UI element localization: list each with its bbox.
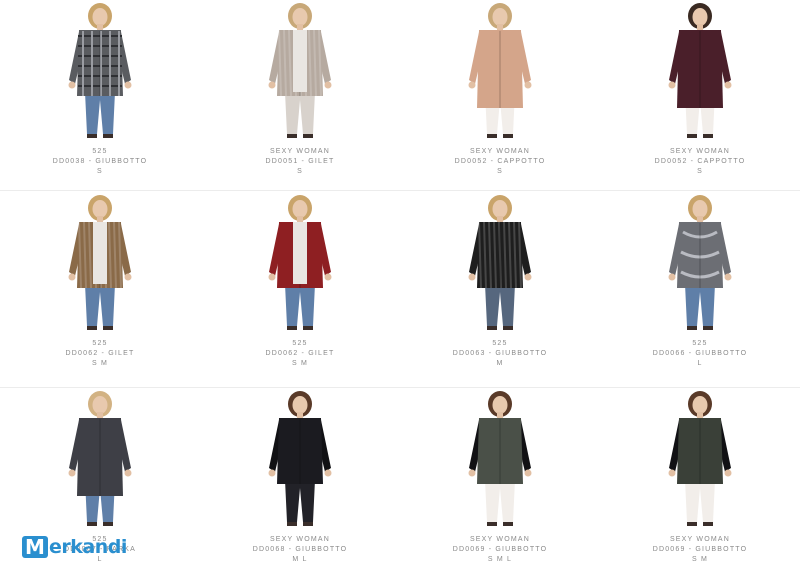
- product-sizes: S M: [291, 360, 309, 367]
- product-photo[interactable]: [600, 0, 800, 140]
- product-meta: 525 DD0038 - GIUBBOTTO S: [53, 147, 148, 177]
- product-card[interactable]: SEXY WOMAN DD0052 - CAPPOTTO S: [600, 0, 800, 192]
- product-sizes: M: [496, 360, 504, 367]
- product-sizes: S: [97, 168, 103, 175]
- model-figure: [68, 3, 132, 138]
- product-photo[interactable]: [200, 388, 400, 528]
- product-brand: 525: [92, 148, 108, 155]
- product-grid: 525 DD0038 - GIUBBOTTO S SEXY WOMAN DD0051 -…: [0, 0, 800, 584]
- product-photo[interactable]: [200, 0, 400, 140]
- product-sizes: S: [497, 168, 503, 175]
- product-meta: SEXY WOMAN DD0068 - GIUBBOTTO M L: [253, 535, 348, 565]
- product-brand: SEXY WOMAN: [269, 148, 331, 155]
- product-photo[interactable]: [600, 192, 800, 332]
- product-card[interactable]: 525 DD0062 - GILET S M: [0, 192, 200, 388]
- product-code: DD0052 - CAPPOTTO: [454, 158, 546, 165]
- product-card[interactable]: SEXY WOMAN DD0069 - GIUBBOTTO S M: [600, 388, 800, 584]
- product-meta: SEXY WOMAN DD0052 - CAPPOTTO S: [655, 147, 746, 177]
- product-meta: SEXY WOMAN DD0069 - GIUBBOTTO S M: [653, 535, 748, 565]
- row-divider: [0, 387, 800, 388]
- product-meta: 525 DD0063 - GIUBBOTTO M: [453, 339, 548, 369]
- product-photo[interactable]: [0, 0, 200, 140]
- product-code: DD0066 - GIUBBOTTO: [652, 350, 748, 357]
- product-brand: 525: [292, 340, 308, 347]
- model-figure: [268, 391, 332, 526]
- logo-text: erkandi: [49, 536, 127, 558]
- product-sizes: S M: [91, 360, 109, 367]
- model-figure: [668, 391, 732, 526]
- product-card[interactable]: SEXY WOMAN DD0052 - CAPPOTTO S: [400, 0, 600, 192]
- product-photo[interactable]: [400, 388, 600, 528]
- row-divider: [0, 190, 800, 191]
- product-code: DD0062 - GILET: [65, 350, 135, 357]
- product-card[interactable]: SEXY WOMAN DD0051 - GILET S: [200, 0, 400, 192]
- model-figure: [468, 391, 532, 526]
- product-card[interactable]: 525 DD0062 - GILET S M: [200, 192, 400, 388]
- product-meta: 525 DD0062 - GILET S M: [266, 339, 335, 369]
- product-sizes: S: [697, 168, 703, 175]
- product-brand: 525: [492, 340, 508, 347]
- product-photo[interactable]: [200, 192, 400, 332]
- product-photo[interactable]: [0, 192, 200, 332]
- model-figure: [468, 195, 532, 330]
- product-meta: 525 DD0062 - GILET S M: [66, 339, 135, 369]
- product-code: DD0051 - GILET: [265, 158, 335, 165]
- product-code: DD0038 - GIUBBOTTO: [52, 158, 148, 165]
- product-sizes: S M: [691, 556, 709, 563]
- product-sizes: S: [297, 168, 303, 175]
- product-brand: SEXY WOMAN: [469, 148, 531, 155]
- product-code: DD0068 - GIUBBOTTO: [252, 546, 348, 553]
- product-card[interactable]: SEXY WOMAN DD0068 - GIUBBOTTO M L: [200, 388, 400, 584]
- product-meta: SEXY WOMAN DD0069 - GIUBBOTTO S M L: [453, 535, 548, 565]
- model-figure: [668, 195, 732, 330]
- product-code: DD0069 - GIUBBOTTO: [652, 546, 748, 553]
- product-code: DD0052 - CAPPOTTO: [654, 158, 746, 165]
- product-sizes: S M L: [487, 556, 513, 563]
- model-figure: [68, 391, 132, 526]
- product-code: DD0062 - GILET: [265, 350, 335, 357]
- product-card[interactable]: 525 DD0038 - GIUBBOTTO S: [0, 0, 200, 192]
- logo-initial: M: [22, 536, 48, 558]
- product-brand: SEXY WOMAN: [669, 148, 731, 155]
- product-meta: 525 DD0066 - GIUBBOTTO L: [653, 339, 748, 369]
- product-brand: 525: [92, 340, 108, 347]
- model-figure: [268, 3, 332, 138]
- product-brand: SEXY WOMAN: [269, 536, 331, 543]
- product-card[interactable]: SEXY WOMAN DD0069 - GIUBBOTTO S M L: [400, 388, 600, 584]
- product-sizes: M L: [292, 556, 308, 563]
- product-brand: SEXY WOMAN: [469, 536, 531, 543]
- product-photo[interactable]: [0, 388, 200, 528]
- product-brand: SEXY WOMAN: [669, 536, 731, 543]
- model-figure: [668, 3, 732, 138]
- merkandi-logo: M erkandi: [22, 536, 127, 558]
- product-brand: 525: [692, 340, 708, 347]
- product-card[interactable]: 525 DD0063 - GIUBBOTTO M: [400, 192, 600, 388]
- model-figure: [68, 195, 132, 330]
- product-photo[interactable]: [400, 192, 600, 332]
- model-figure: [468, 3, 532, 138]
- product-photo[interactable]: [600, 388, 800, 528]
- product-meta: SEXY WOMAN DD0051 - GILET S: [266, 147, 335, 177]
- product-card[interactable]: 525 DD0066 - GIUBBOTTO L: [600, 192, 800, 388]
- product-code: DD0063 - GIUBBOTTO: [452, 350, 548, 357]
- product-meta: SEXY WOMAN DD0052 - CAPPOTTO S: [455, 147, 546, 177]
- model-figure: [268, 195, 332, 330]
- product-code: DD0069 - GIUBBOTTO: [452, 546, 548, 553]
- product-sizes: L: [697, 360, 703, 367]
- product-photo[interactable]: [400, 0, 600, 140]
